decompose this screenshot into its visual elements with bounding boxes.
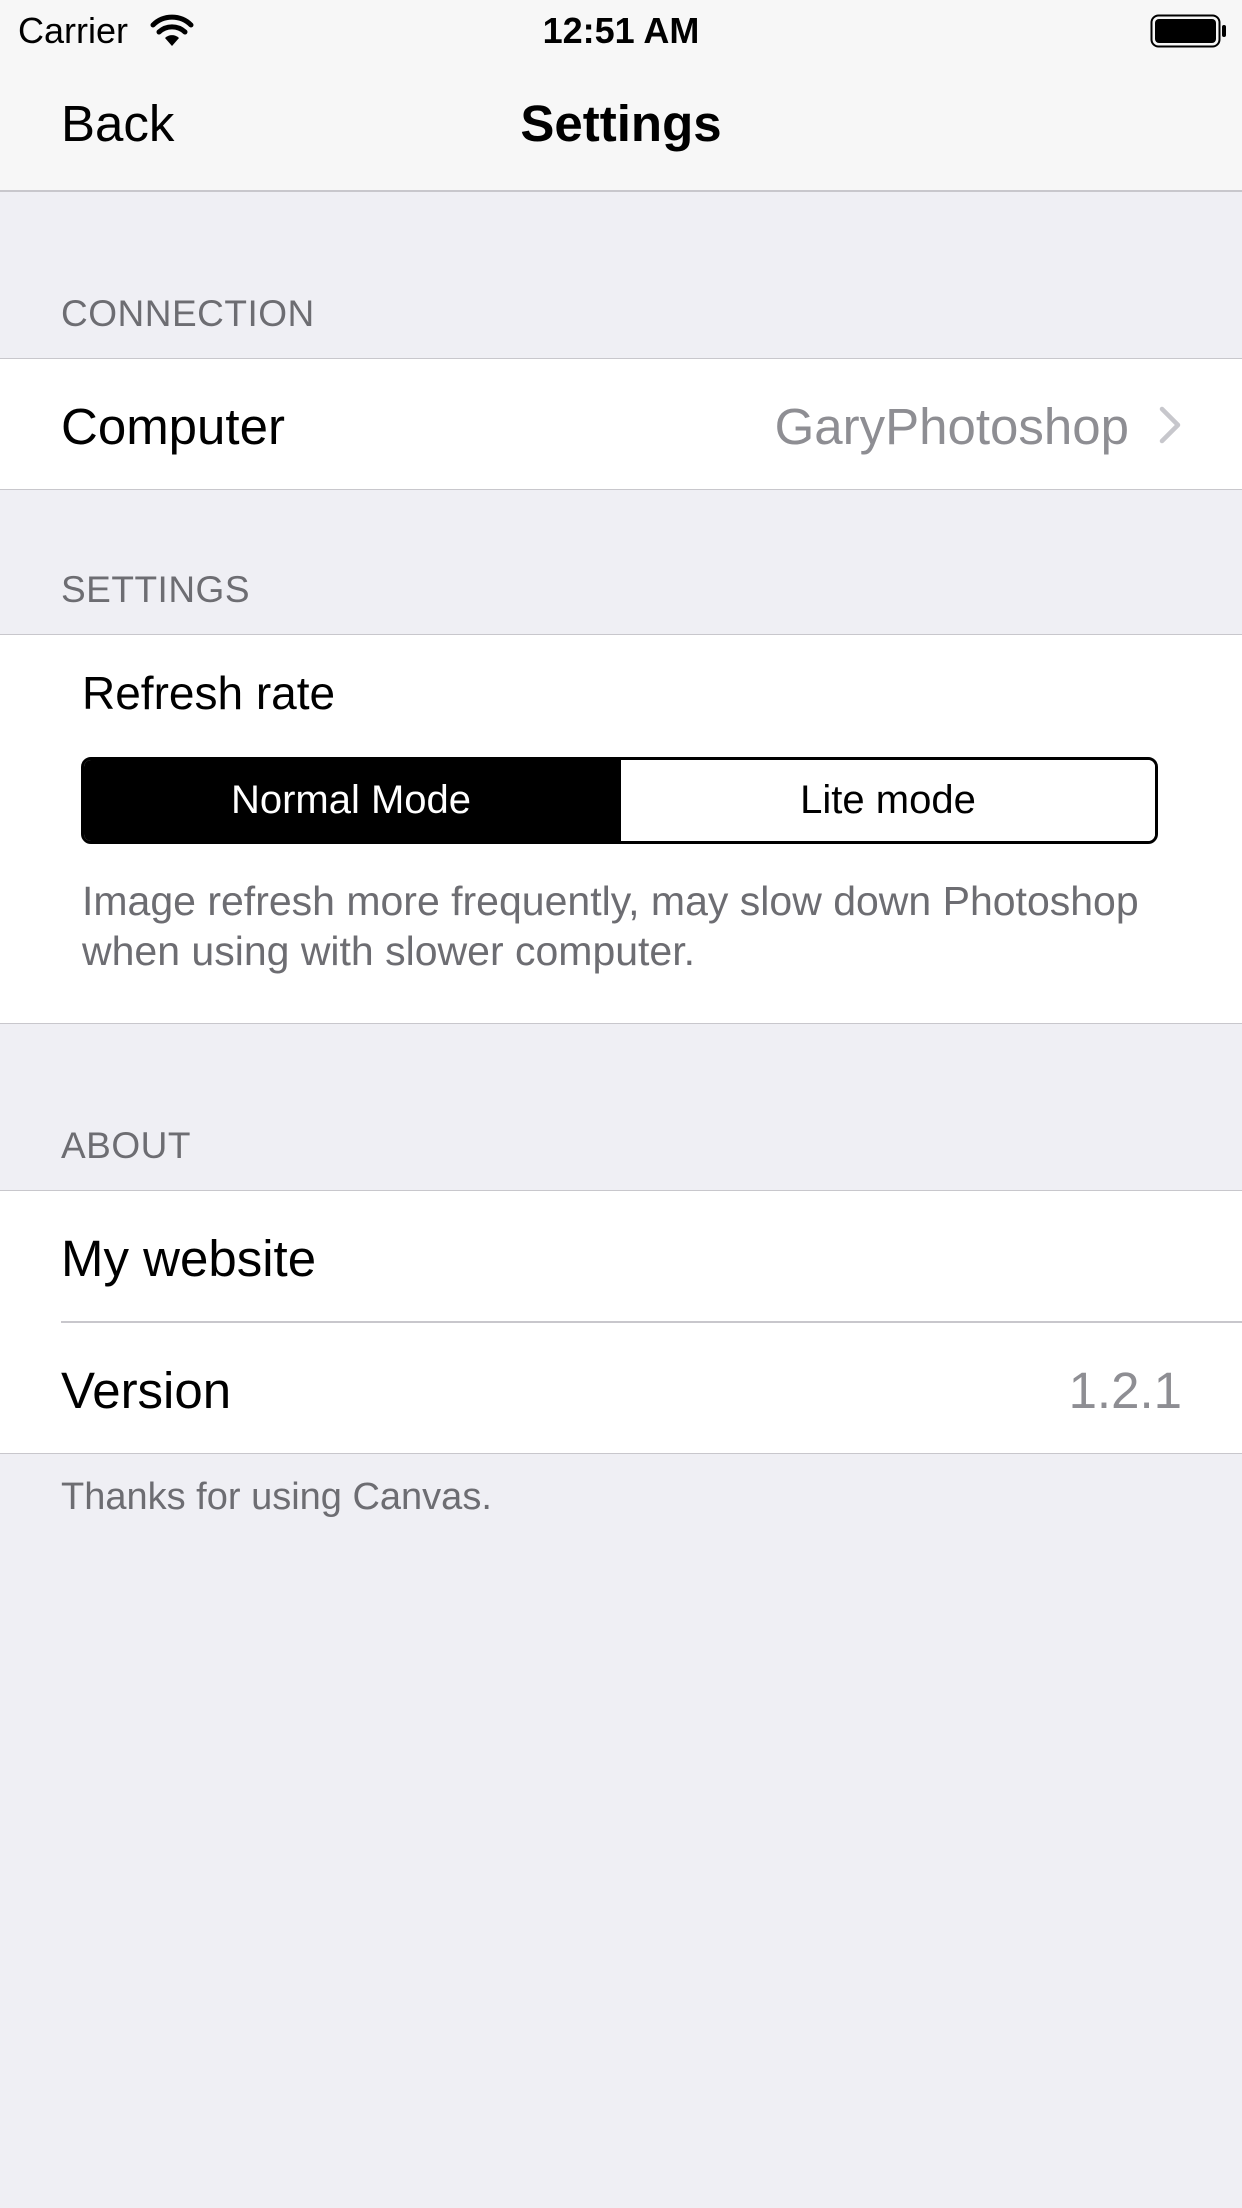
battery-icon <box>1150 14 1228 48</box>
status-time: 12:51 AM <box>542 10 700 51</box>
section-header-connection: CONNECTION <box>61 293 315 334</box>
page-title: Settings <box>520 95 722 152</box>
version-row: Version 1.2.1 <box>0 1323 1242 1453</box>
version-label: Version <box>61 1362 232 1419</box>
top-bar: Carrier 12:51 AM Back Settings <box>0 0 1242 192</box>
chevron-right-icon <box>1158 405 1182 445</box>
section-header-settings: SETTINGS <box>61 569 251 610</box>
connection-group: Computer GaryPhotoshop <box>0 358 1242 490</box>
refresh-rate-label: Refresh rate <box>82 667 336 719</box>
status-bar: Carrier 12:51 AM <box>0 0 1242 60</box>
refresh-mode-segmented-control: Normal Mode Lite mode <box>81 757 1158 844</box>
version-value: 1.2.1 <box>1068 1362 1182 1419</box>
refresh-description: Image refresh more frequently, may slow … <box>82 878 1139 974</box>
computer-value: GaryPhotoshop <box>774 398 1129 455</box>
about-group: My website Version 1.2.1 <box>0 1190 1242 1454</box>
segment-normal-mode[interactable]: Normal Mode <box>84 760 618 841</box>
computer-label: Computer <box>61 398 285 455</box>
segment-lite-mode[interactable]: Lite mode <box>618 760 1155 841</box>
about-footer: Thanks for using Canvas. <box>61 1476 492 1518</box>
section-header-about: ABOUT <box>61 1125 191 1166</box>
my-website-row[interactable]: My website <box>0 1191 1242 1321</box>
my-website-label: My website <box>61 1230 317 1287</box>
computer-row[interactable]: Computer GaryPhotoshop <box>0 359 1242 489</box>
navigation-bar: Back Settings <box>0 60 1242 192</box>
